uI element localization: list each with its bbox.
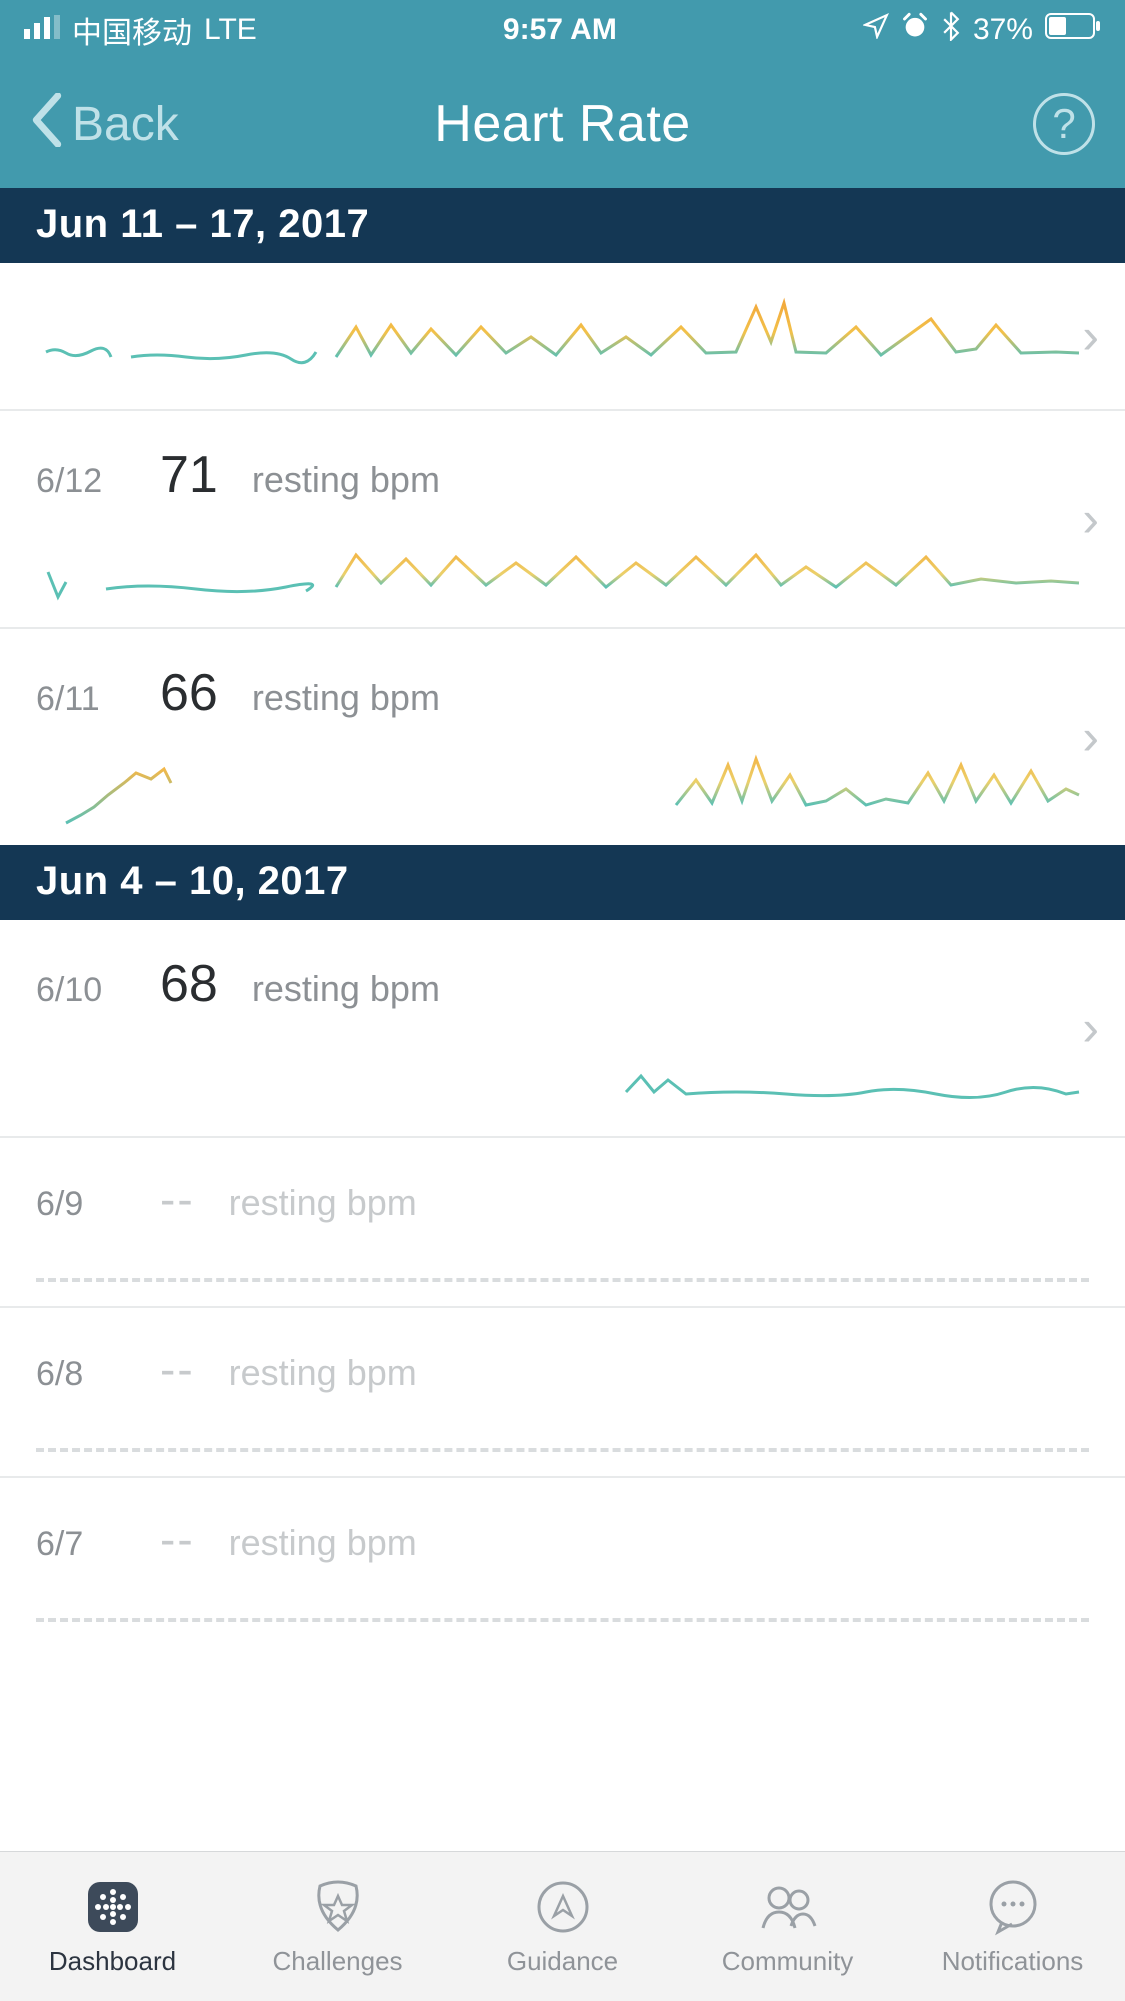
alarm-icon xyxy=(901,12,929,48)
day-row[interactable]: 6/12 71 resting bpm › xyxy=(0,411,1125,627)
tab-label: Community xyxy=(722,1946,853,1977)
tab-label: Dashboard xyxy=(49,1946,176,1977)
nav-bar: Back Heart Rate ? xyxy=(0,60,1125,188)
tab-label: Notifications xyxy=(942,1946,1084,1977)
tab-dashboard[interactable]: Dashboard xyxy=(0,1852,225,2001)
no-data-line xyxy=(36,1448,1089,1452)
day-row[interactable]: 6/8 -- resting bpm xyxy=(0,1308,1125,1452)
day-row[interactable]: 6/11 66 resting bpm › xyxy=(0,629,1125,845)
carrier-label: 中国移动 xyxy=(72,8,192,52)
section-header: Jun 4 – 10, 2017 xyxy=(0,845,1125,920)
resting-bpm-value: 68 xyxy=(160,954,218,1014)
day-row[interactable]: 6/9 -- resting bpm xyxy=(0,1138,1125,1282)
star-badge-icon xyxy=(307,1876,369,1938)
date-label: 6/10 xyxy=(36,971,126,1010)
sparkline xyxy=(36,517,1089,627)
dashboard-icon xyxy=(82,1876,144,1938)
no-data-line xyxy=(36,1618,1089,1622)
resting-bpm-value: -- xyxy=(160,1172,195,1226)
tab-guidance[interactable]: Guidance xyxy=(450,1852,675,2001)
unit-label: resting bpm xyxy=(229,1522,417,1564)
section-header: Jun 11 – 17, 2017 xyxy=(0,188,1125,263)
tab-label: Challenges xyxy=(272,1946,402,1977)
sparkline xyxy=(36,287,1089,397)
signal-icon xyxy=(24,13,60,47)
tab-community[interactable]: Community xyxy=(675,1852,900,2001)
day-row[interactable]: 6/10 68 resting bpm › xyxy=(0,920,1125,1136)
sparkline xyxy=(36,735,1089,845)
date-label: 6/7 xyxy=(36,1525,126,1564)
bluetooth-icon xyxy=(941,11,961,49)
back-label: Back xyxy=(72,97,179,152)
date-label: 6/9 xyxy=(36,1185,126,1224)
sparkline xyxy=(36,1026,1089,1136)
unit-label: resting bpm xyxy=(252,968,440,1010)
help-icon: ? xyxy=(1052,100,1075,148)
back-button[interactable]: Back xyxy=(30,93,179,156)
unit-label: resting bpm xyxy=(252,677,440,719)
date-label: 6/11 xyxy=(36,680,126,719)
help-button[interactable]: ? xyxy=(1033,93,1095,155)
resting-bpm-value: -- xyxy=(160,1512,195,1566)
clock: 9:57 AM xyxy=(503,13,617,47)
network-label: LTE xyxy=(204,13,257,47)
unit-label: resting bpm xyxy=(229,1182,417,1224)
resting-bpm-value: -- xyxy=(160,1342,195,1396)
date-label: 6/8 xyxy=(36,1355,126,1394)
battery-icon xyxy=(1045,13,1101,47)
status-bar: 中国移动 LTE 9:57 AM 37% xyxy=(0,0,1125,60)
resting-bpm-value: 71 xyxy=(160,445,218,505)
no-data-line xyxy=(36,1278,1089,1282)
location-icon xyxy=(863,13,889,47)
tab-notifications[interactable]: Notifications xyxy=(900,1852,1125,2001)
tab-challenges[interactable]: Challenges xyxy=(225,1852,450,2001)
battery-percent: 37% xyxy=(973,13,1033,47)
unit-label: resting bpm xyxy=(229,1352,417,1394)
date-label: 6/12 xyxy=(36,462,126,501)
chevron-left-icon xyxy=(30,93,64,156)
people-icon xyxy=(757,1876,819,1938)
tab-label: Guidance xyxy=(507,1946,618,1977)
day-row[interactable]: › xyxy=(0,263,1125,409)
unit-label: resting bpm xyxy=(252,459,440,501)
tab-bar: Dashboard Challenges Guidance Community … xyxy=(0,1851,1125,2001)
day-row[interactable]: 6/7 -- resting bpm xyxy=(0,1478,1125,1622)
compass-icon xyxy=(532,1876,594,1938)
resting-bpm-value: 66 xyxy=(160,663,218,723)
chat-icon xyxy=(982,1876,1044,1938)
